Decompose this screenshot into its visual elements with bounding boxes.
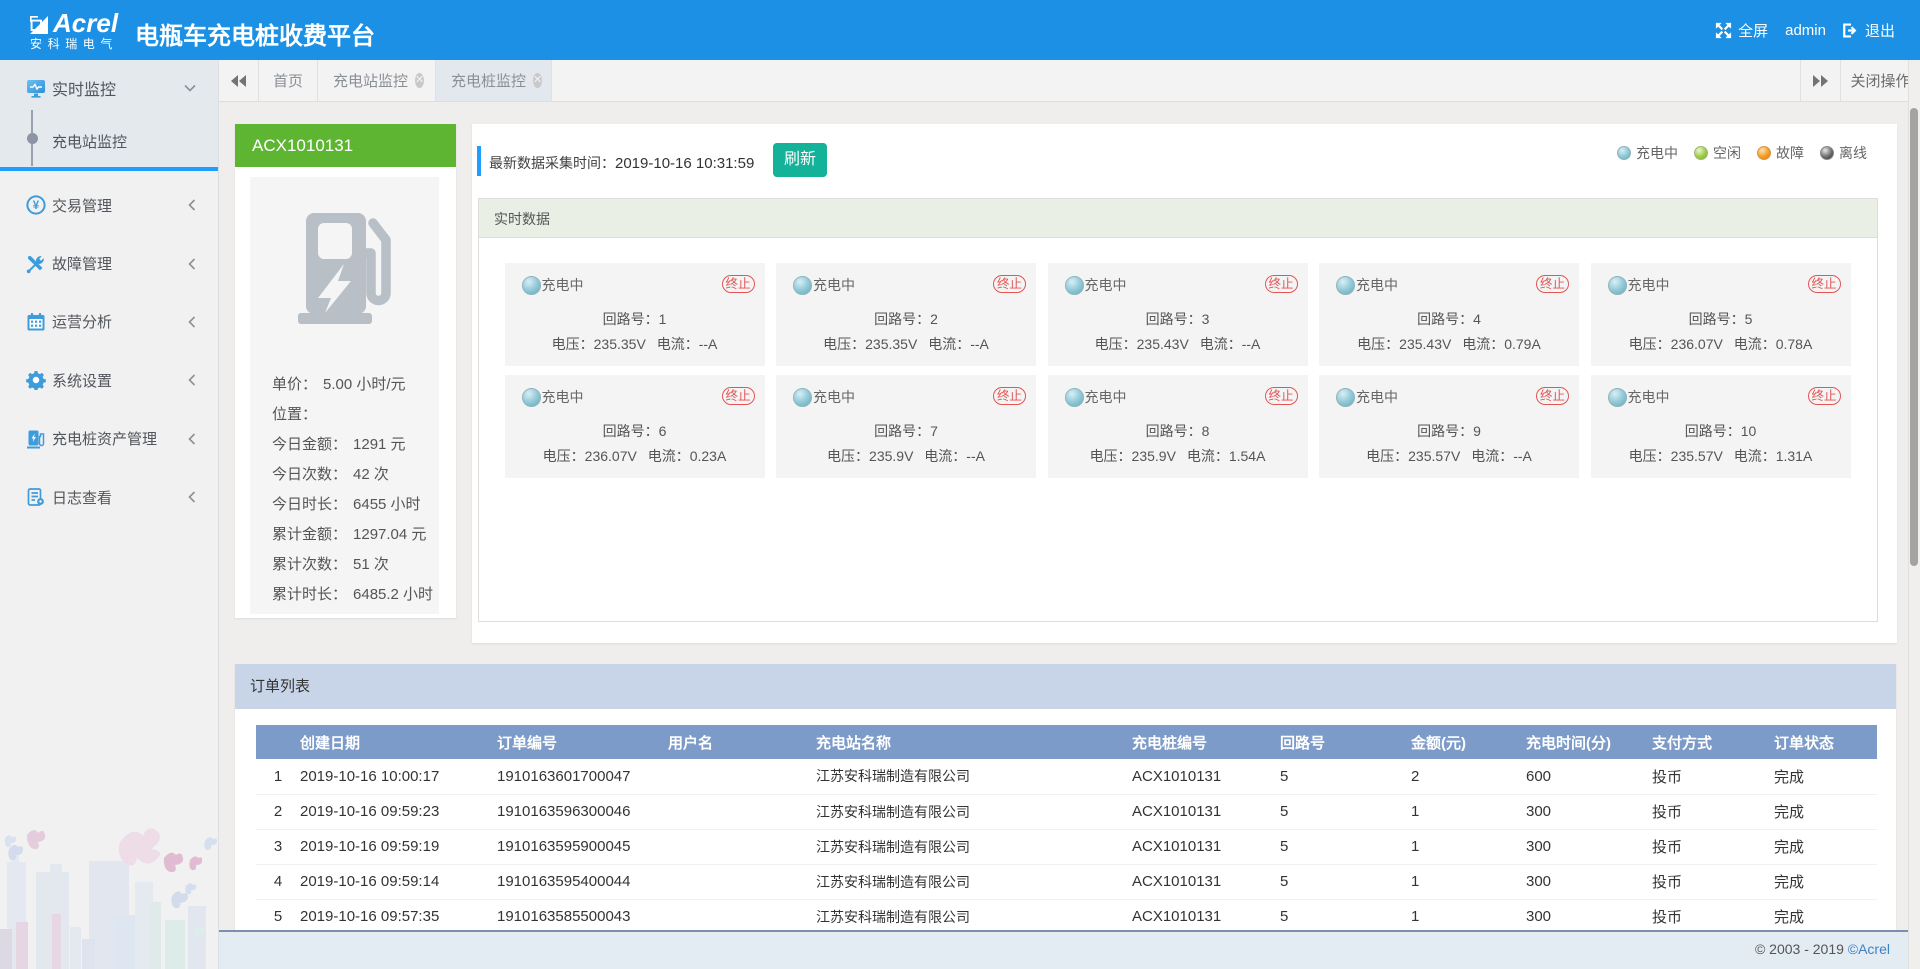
svg-text:¥: ¥ (33, 200, 40, 212)
